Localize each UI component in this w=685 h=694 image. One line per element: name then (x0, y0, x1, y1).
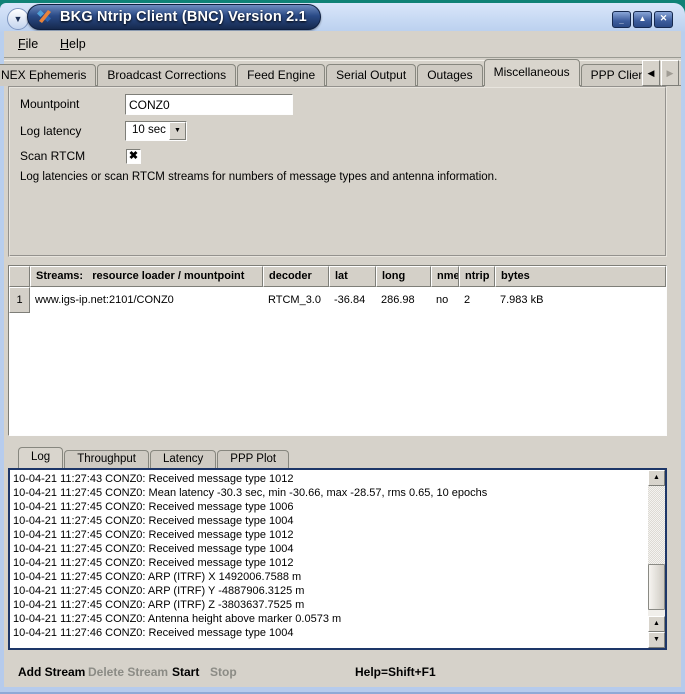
combo-arrow-icon[interactable]: ▼ (169, 122, 186, 140)
tab-bar: NEX Ephemeris Broadcast Corrections Feed… (4, 60, 681, 86)
log-latency-select[interactable]: 10 sec ▼ (125, 121, 187, 141)
tab-ppp-plot[interactable]: PPP Plot (217, 450, 289, 468)
tab-throughput[interactable]: Throughput (64, 450, 149, 468)
log-line: 10-04-21 11:27:45 CONZ0: Received messag… (13, 500, 645, 514)
log-line: 10-04-21 11:27:45 CONZ0: Received messag… (13, 556, 645, 570)
corner-header-cell[interactable] (9, 266, 30, 287)
miscellaneous-panel: Mountpoint Log latency 10 sec ▼ Scan RTC… (8, 86, 667, 257)
col-header-mountpoint[interactable]: Streams: resource loader / mountpoint (30, 266, 263, 287)
arrow-down-icon: ▼ (653, 636, 660, 643)
log-line: 10-04-21 11:27:43 CONZ0: Received messag… (13, 472, 645, 486)
check-icon: ✖ (129, 150, 138, 162)
scan-rtcm-label: Scan RTCM (20, 149, 85, 163)
menu-item-file[interactable]: File (18, 37, 38, 51)
window-menu-button[interactable]: ▼ (7, 8, 29, 30)
col-header-bytes[interactable]: bytes (495, 266, 666, 287)
add-stream-button[interactable]: Add Stream (18, 665, 85, 679)
stop-button[interactable]: Stop (210, 665, 237, 679)
scan-rtcm-checkbox[interactable]: ✖ (126, 149, 141, 164)
tab-log[interactable]: Log (18, 447, 63, 468)
col-header-lat[interactable]: lat (329, 266, 376, 287)
cell-long[interactable]: 286.98 (376, 287, 431, 313)
log-scrollbar[interactable]: ▲ ▲ ▼ (648, 470, 665, 648)
tab-scroll-left-button[interactable]: ◀ (642, 60, 660, 86)
streams-table: Streams: resource loader / mountpoint de… (8, 265, 667, 436)
chevron-down-icon: ▼ (14, 14, 23, 24)
log-line: 10-04-21 11:27:45 CONZ0: ARP (ITRF) Z -3… (13, 598, 645, 612)
col-header-decoder[interactable]: decoder (263, 266, 329, 287)
panel-description: Log latencies or scan RTCM streams for n… (20, 171, 497, 183)
menu-help-label: elp (69, 37, 86, 51)
cell-bytes[interactable]: 7.983 kB (495, 287, 666, 313)
minimize-icon: _ (613, 14, 630, 27)
arrow-up-icon: ▲ (653, 474, 660, 481)
cell-lat[interactable]: -36.84 (329, 287, 376, 313)
tab-rinex-ephemeris[interactable]: NEX Ephemeris (0, 64, 96, 86)
mountpoint-label: Mountpoint (20, 97, 79, 111)
app-icon (37, 9, 53, 25)
maximize-icon: ▲ (639, 14, 647, 23)
streams-table-header: Streams: resource loader / mountpoint de… (9, 266, 666, 287)
log-line: 10-04-21 11:27:45 CONZ0: Antenna height … (13, 612, 645, 626)
close-icon: ✕ (660, 13, 668, 23)
log-output-panel: 10-04-21 11:27:43 CONZ0: Received messag… (8, 468, 667, 650)
mountpoint-input[interactable] (125, 94, 293, 115)
arrow-up-icon: ▲ (653, 620, 660, 627)
col-header-nmea[interactable]: nmea (431, 266, 459, 287)
footer-bar: Add Stream Delete Stream Start Stop Help… (4, 650, 681, 687)
log-output[interactable]: 10-04-21 11:27:43 CONZ0: Received messag… (13, 472, 645, 646)
minimize-button[interactable]: _ (612, 11, 631, 28)
tab-broadcast-corrections[interactable]: Broadcast Corrections (97, 64, 236, 86)
cell-decoder[interactable]: RTCM_3.0 (263, 287, 329, 313)
scrollbar-thumb[interactable] (648, 564, 665, 610)
log-line: 10-04-21 11:27:45 CONZ0: Received messag… (13, 528, 645, 542)
start-button[interactable]: Start (172, 665, 199, 679)
menubar: File Help (4, 31, 681, 57)
scrollbar-track[interactable] (648, 486, 665, 600)
scroll-up-button-bottom[interactable]: ▲ (648, 616, 665, 632)
menu-help-mnemonic: H (60, 37, 69, 51)
row-number-cell[interactable]: 1 (9, 287, 30, 313)
col-header-ntrip[interactable]: ntrip (459, 266, 495, 287)
log-latency-value: 10 sec (132, 124, 166, 136)
log-line: 10-04-21 11:27:45 CONZ0: ARP (ITRF) X 14… (13, 570, 645, 584)
scroll-down-button[interactable]: ▼ (648, 632, 665, 648)
menu-file-mnemonic: F (18, 37, 26, 51)
tab-serial-output[interactable]: Serial Output (326, 64, 416, 86)
title-capsule: BKG Ntrip Client (BNC) Version 2.1 (27, 4, 321, 30)
tab-feed-engine[interactable]: Feed Engine (237, 64, 325, 86)
arrow-left-icon: ◀ (648, 68, 655, 78)
tab-latency[interactable]: Latency (150, 450, 216, 468)
tab-outages[interactable]: Outages (417, 64, 482, 86)
help-hint: Help=Shift+F1 (355, 665, 436, 679)
cell-nmea[interactable]: no (431, 287, 459, 313)
arrow-right-icon: ▶ (667, 68, 674, 78)
tab-scroll-right-button[interactable]: ▶ (661, 60, 679, 86)
log-line: 10-04-21 11:27:45 CONZ0: Mean latency -3… (13, 486, 645, 500)
tab-scroll-buttons: ◀ ▶ (641, 60, 679, 86)
log-line: 10-04-21 11:27:46 CONZ0: Received messag… (13, 626, 645, 640)
log-line: 10-04-21 11:27:45 CONZ0: Received messag… (13, 514, 645, 528)
window-title: BKG Ntrip Client (BNC) Version 2.1 (60, 9, 307, 25)
cell-mountpoint[interactable]: www.igs-ip.net:2101/CONZ0 (30, 287, 263, 313)
bottom-tab-bar: Log Throughput Latency PPP Plot (8, 448, 667, 468)
log-line: 10-04-21 11:27:45 CONZ0: Received messag… (13, 542, 645, 556)
col-header-long[interactable]: long (376, 266, 431, 287)
scroll-up-button[interactable]: ▲ (648, 470, 665, 486)
cell-ntrip[interactable]: 2 (459, 287, 495, 313)
title-bar[interactable]: ▼ BKG Ntrip Client (BNC) Version 2.1 _ ▲… (0, 3, 685, 31)
maximize-button[interactable]: ▲ (633, 11, 652, 28)
log-line: 10-04-21 11:27:45 CONZ0: ARP (ITRF) Y -4… (13, 584, 645, 598)
delete-stream-button[interactable]: Delete Stream (88, 665, 168, 679)
desktop: ▼ BKG Ntrip Client (BNC) Version 2.1 _ ▲… (0, 0, 685, 694)
tab-miscellaneous[interactable]: Miscellaneous (484, 59, 580, 86)
close-button[interactable]: ✕ (654, 11, 673, 28)
log-latency-label: Log latency (20, 124, 81, 138)
menu-file-label: ile (26, 37, 39, 51)
table-row[interactable]: 1 www.igs-ip.net:2101/CONZ0 RTCM_3.0 -36… (9, 287, 666, 313)
menu-item-help[interactable]: Help (60, 37, 86, 51)
